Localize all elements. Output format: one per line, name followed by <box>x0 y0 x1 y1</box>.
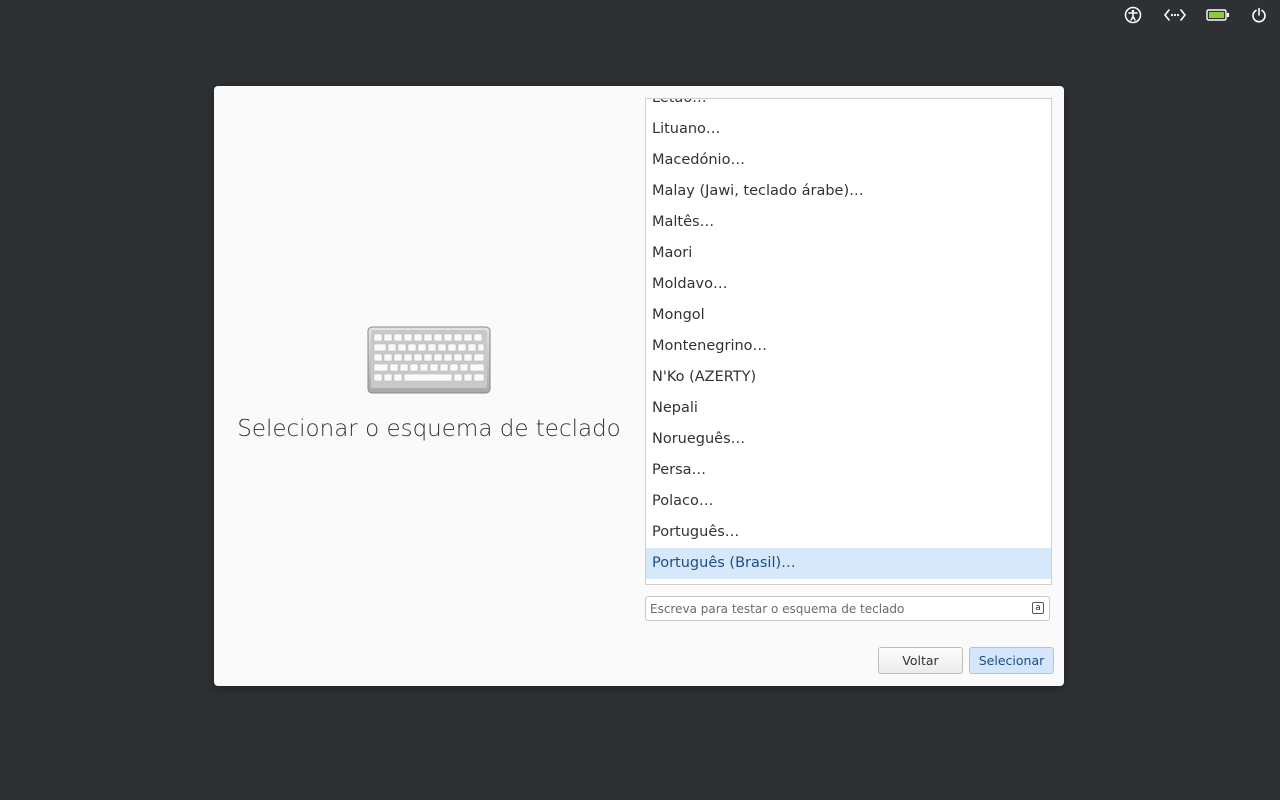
layout-list-item[interactable]: Moldavo… <box>646 269 1051 300</box>
select-button[interactable]: Selecionar <box>969 647 1054 674</box>
keyboard-layout-list[interactable]: Letão… Lituano… Macedónio… Malay (Jawi, tec… <box>645 98 1052 585</box>
dialog-left-pane: Selecionar o esquema de teclado <box>214 86 644 686</box>
layout-list-item[interactable]: Letão… <box>646 99 1051 114</box>
layout-list-item[interactable]: Macedónio… <box>646 145 1051 176</box>
page-title: Selecionar o esquema de teclado <box>237 416 621 442</box>
layout-list-item[interactable]: Mongol <box>646 300 1051 331</box>
keyboard-icon <box>367 326 491 398</box>
back-button[interactable]: Voltar <box>878 647 963 674</box>
layout-list-item[interactable]: Norueguês… <box>646 424 1051 455</box>
layout-list-item[interactable]: Polaco… <box>646 486 1051 517</box>
keyboard-layout-dialog: Selecionar o esquema de teclado Letão… Li… <box>214 86 1064 686</box>
layout-test-field[interactable]: a <box>645 596 1050 621</box>
power-icon[interactable] <box>1248 4 1270 26</box>
battery-icon[interactable] <box>1205 4 1231 26</box>
layout-list-item[interactable]: Português… <box>646 517 1051 548</box>
keyboard-layout-indicator-icon[interactable]: a <box>1032 602 1044 614</box>
layout-list-item[interactable]: Lituano… <box>646 114 1051 145</box>
layout-list-item[interactable]: Maori <box>646 238 1051 269</box>
layout-list-item[interactable]: Malay (Jawi, teclado árabe)… <box>646 176 1051 207</box>
accessibility-icon[interactable] <box>1122 4 1144 26</box>
layout-list-item[interactable]: Montenegrino… <box>646 331 1051 362</box>
layout-list-item[interactable]: N'Ko (AZERTY) <box>646 362 1051 393</box>
layout-list-item[interactable]: Nepali <box>646 393 1051 424</box>
network-wired-icon[interactable] <box>1163 4 1187 26</box>
layout-list-item[interactable]: Português (Brasil)… <box>646 548 1051 579</box>
layout-list-item[interactable]: Maltês… <box>646 207 1051 238</box>
layout-test-input[interactable] <box>646 597 1020 620</box>
layout-list-item[interactable]: Persa… <box>646 455 1051 486</box>
